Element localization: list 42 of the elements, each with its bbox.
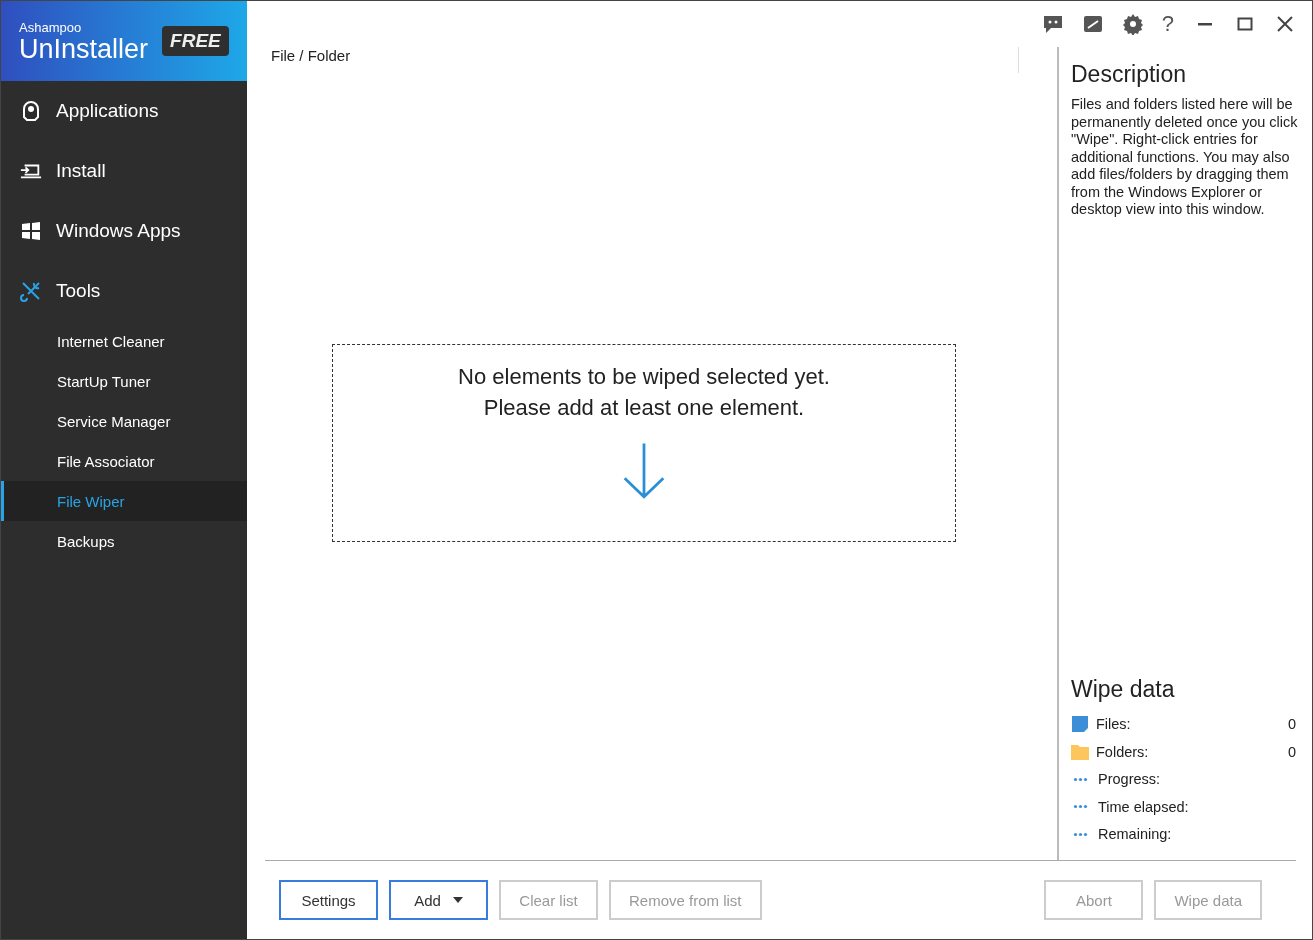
- action-button[interactable]: Settings: [279, 880, 378, 920]
- dots-icon: [1073, 776, 1088, 782]
- nav-subitem[interactable]: Backups: [1, 521, 247, 561]
- nav-subitem[interactable]: File Associator: [1, 441, 247, 481]
- nav-subitem[interactable]: File Wiper: [1, 481, 247, 521]
- drop-zone[interactable]: No elements to be wiped selected yet. Please add at least one element.: [332, 344, 956, 542]
- panel-heading: Description: [1071, 61, 1188, 88]
- nav-subitem[interactable]: Service Manager: [1, 401, 247, 441]
- edit-icon[interactable]: [1081, 13, 1104, 35]
- stat-value: 0: [1287, 743, 1296, 760]
- close-icon[interactable]: [1276, 15, 1294, 33]
- settings-icon[interactable]: [1121, 13, 1144, 35]
- stat-value: 0: [1287, 716, 1296, 733]
- caret-icon: [452, 897, 463, 903]
- stat-label: Folders:: [1096, 743, 1150, 760]
- stat-label: Remaining:: [1098, 826, 1173, 843]
- empty-message: Please add at least one element.: [483, 394, 805, 422]
- nav-item[interactable]: Windows Apps: [1, 201, 247, 261]
- stat-label: Files:: [1096, 716, 1132, 733]
- maximize-icon[interactable]: [1236, 15, 1254, 33]
- empty-message: No elements to be wiped selected yet.: [458, 363, 830, 391]
- action-button[interactable]: Add: [389, 880, 488, 920]
- nav-item[interactable]: Install: [1, 141, 247, 201]
- breadcrumb: File / Folder: [271, 47, 351, 64]
- down-arrow-icon: [621, 441, 667, 501]
- panel-heading: Wipe data: [1071, 675, 1176, 703]
- help-button[interactable]: ?: [1161, 11, 1174, 37]
- company-name: Ashampoo: [19, 19, 83, 35]
- edition-badge: FREE: [162, 26, 229, 56]
- dots-icon: [1073, 804, 1088, 810]
- description-text: Files and folders listed here will be permanently deleted once you click "Wipe". Right-click entries for additional functions. You may also add files/folders by dragging them from the Windows Explorer or desktop view into this window.: [1071, 96, 1299, 219]
- nav-item[interactable]: Applications: [1, 81, 247, 141]
- dots-icon: [1073, 831, 1088, 837]
- product-name: UnInstaller: [19, 34, 149, 63]
- folder-icon: [1071, 742, 1089, 761]
- feedback-icon[interactable]: [1041, 13, 1064, 35]
- nav-subitem[interactable]: Internet Cleaner: [1, 321, 247, 361]
- stat-label: Time elapsed:: [1098, 798, 1190, 815]
- nav-item[interactable]: Tools: [1, 261, 247, 321]
- file-icon: [1071, 715, 1089, 734]
- stat-label: Progress:: [1098, 771, 1162, 788]
- nav-subitem[interactable]: StartUp Tuner: [1, 361, 247, 401]
